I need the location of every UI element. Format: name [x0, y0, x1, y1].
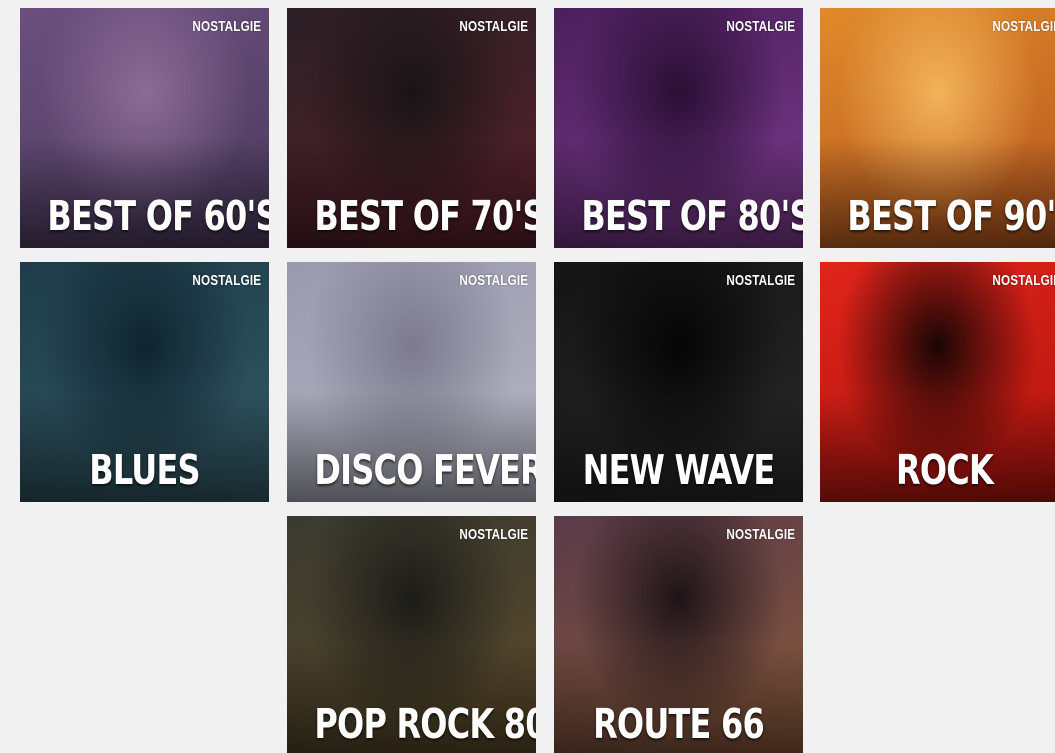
tile-title: BLUES	[89, 446, 200, 494]
tile-best-of-70s[interactable]: NOSTALGIE BEST OF 70'S	[287, 8, 536, 248]
tile-title: ROUTE 66	[593, 700, 765, 748]
nostalgie-logo: NOSTALGIE	[726, 18, 795, 35]
nostalgie-logo: NOSTALGIE	[459, 272, 528, 289]
tile-rock[interactable]: NOSTALGIE ROCK	[820, 262, 1055, 502]
tile-best-of-60s[interactable]: NOSTALGIE BEST OF 60'S	[20, 8, 269, 248]
nostalgie-logo: NOSTALGIE	[726, 272, 795, 289]
tile-pop-rock-80[interactable]: NOSTALGIE POP ROCK 80	[287, 516, 536, 753]
tile-blues[interactable]: NOSTALGIE BLUES	[20, 262, 269, 502]
tile-route-66[interactable]: NOSTALGIE ROUTE 66	[554, 516, 803, 753]
nostalgie-logo: NOSTALGIE	[192, 272, 261, 289]
tile-title: BEST OF 80'S	[581, 192, 803, 240]
tile-title: BEST OF 90'S	[847, 192, 1055, 240]
nostalgie-logo: NOSTALGIE	[192, 18, 261, 35]
tile-best-of-80s[interactable]: NOSTALGIE BEST OF 80'S	[554, 8, 803, 248]
nostalgie-logo: NOSTALGIE	[726, 526, 795, 543]
nostalgie-logo: NOSTALGIE	[992, 18, 1055, 35]
nostalgie-logo: NOSTALGIE	[992, 272, 1055, 289]
tile-title: POP ROCK 80	[314, 700, 536, 748]
tile-new-wave[interactable]: NOSTALGIE NEW WAVE	[554, 262, 803, 502]
tile-best-of-90s[interactable]: NOSTALGIE BEST OF 90'S	[820, 8, 1055, 248]
tile-title: ROCK	[896, 446, 994, 494]
tile-disco-fever[interactable]: NOSTALGIE DISCO FEVER	[287, 262, 536, 502]
tile-title: BEST OF 70'S	[314, 192, 536, 240]
tile-title: DISCO FEVER	[314, 446, 536, 494]
nostalgie-logo: NOSTALGIE	[459, 526, 528, 543]
nostalgie-logo: NOSTALGIE	[459, 18, 528, 35]
tile-title: NEW WAVE	[582, 446, 776, 494]
playlist-grid: NOSTALGIE BEST OF 60'S NOSTALGIE BEST OF…	[0, 0, 1055, 753]
tile-title: BEST OF 60'S	[47, 192, 269, 240]
